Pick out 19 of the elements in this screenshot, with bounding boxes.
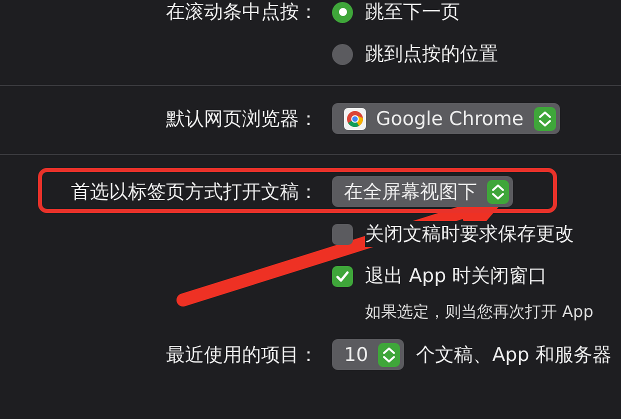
- browser-popup[interactable]: Google Chrome: [332, 103, 560, 134]
- stepper-icon: [534, 106, 556, 130]
- radio-button[interactable]: [332, 2, 353, 22]
- hint-text: 如果选定，则当您再次打开 App: [364, 301, 594, 323]
- setting-label: 最近使用的项目：: [166, 342, 318, 368]
- checkbox[interactable]: [332, 224, 353, 244]
- stepper-icon: [378, 342, 400, 366]
- stepper-icon: [487, 180, 509, 204]
- tabs-popup[interactable]: 在全屏幕视图下: [332, 176, 513, 207]
- checkbox[interactable]: [332, 266, 353, 286]
- radio-button[interactable]: [332, 44, 353, 64]
- count-suffix: 个文稿、App 和服务器: [416, 342, 612, 368]
- setting-label: 在滚动条中点按：: [166, 0, 318, 25]
- setting-label: 默认网页浏览器：: [166, 106, 318, 132]
- option-label: 关闭文稿时要求保存更改: [365, 221, 574, 247]
- count-popup[interactable]: 10: [332, 339, 404, 370]
- checkmark-icon: [335, 268, 350, 284]
- setting-label: 首选以标签页方式打开文稿：: [71, 180, 318, 204]
- browser-logo-icon: [344, 108, 366, 130]
